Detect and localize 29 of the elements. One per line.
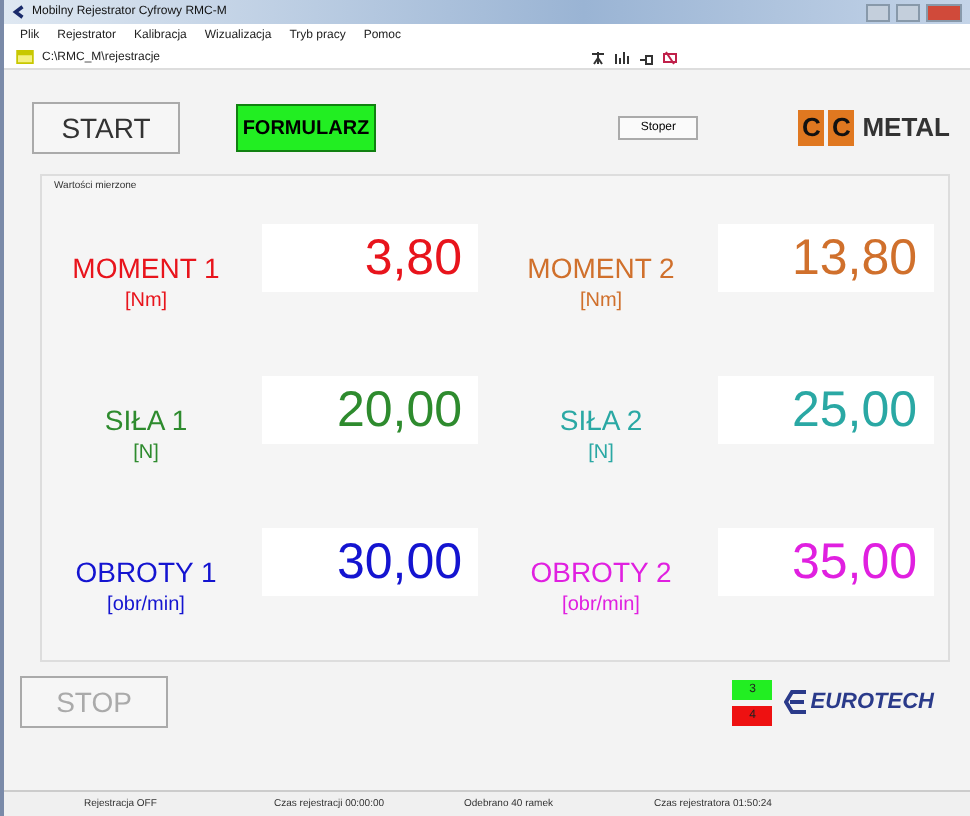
value-display: 35,00	[717, 528, 933, 596]
disconnect-icon[interactable]	[662, 49, 678, 65]
channel-unit: [N]	[588, 442, 614, 464]
value-display: 20,00	[262, 376, 478, 444]
value-display: 30,00	[262, 528, 478, 596]
value-display: 3,80	[262, 224, 478, 292]
app-icon	[12, 4, 26, 20]
form-button[interactable]: FORMULARZ	[236, 104, 376, 152]
channel-name: SIŁA 1	[104, 404, 188, 436]
value-display: 13,80	[717, 224, 933, 292]
start-button[interactable]: START	[32, 102, 180, 154]
value-display: 25,00	[717, 376, 933, 444]
channel-unit: [obr/min]	[107, 594, 185, 616]
chart-icon[interactable]	[614, 49, 630, 65]
close-button[interactable]	[926, 3, 962, 21]
channel-unit: [Nm]	[579, 290, 623, 312]
channel-unit: [N]	[133, 442, 159, 464]
brand-logo: EUROTECH	[784, 688, 934, 716]
logo-text: C	[798, 110, 825, 146]
channel-name: OBROTY 2	[530, 556, 672, 588]
channel-unit: [obr/min]	[562, 594, 640, 616]
logo-text: C	[828, 110, 855, 146]
channel-name: SIŁA 2	[559, 404, 643, 436]
channel-unit: [Nm]	[124, 290, 168, 312]
channel-name: MOMENT 2	[527, 252, 675, 284]
folder-icon	[16, 50, 34, 64]
logo-text: METAL	[862, 110, 950, 146]
channel-name: MOMENT 1	[72, 252, 220, 284]
channel-name: OBROTY 1	[75, 556, 217, 588]
